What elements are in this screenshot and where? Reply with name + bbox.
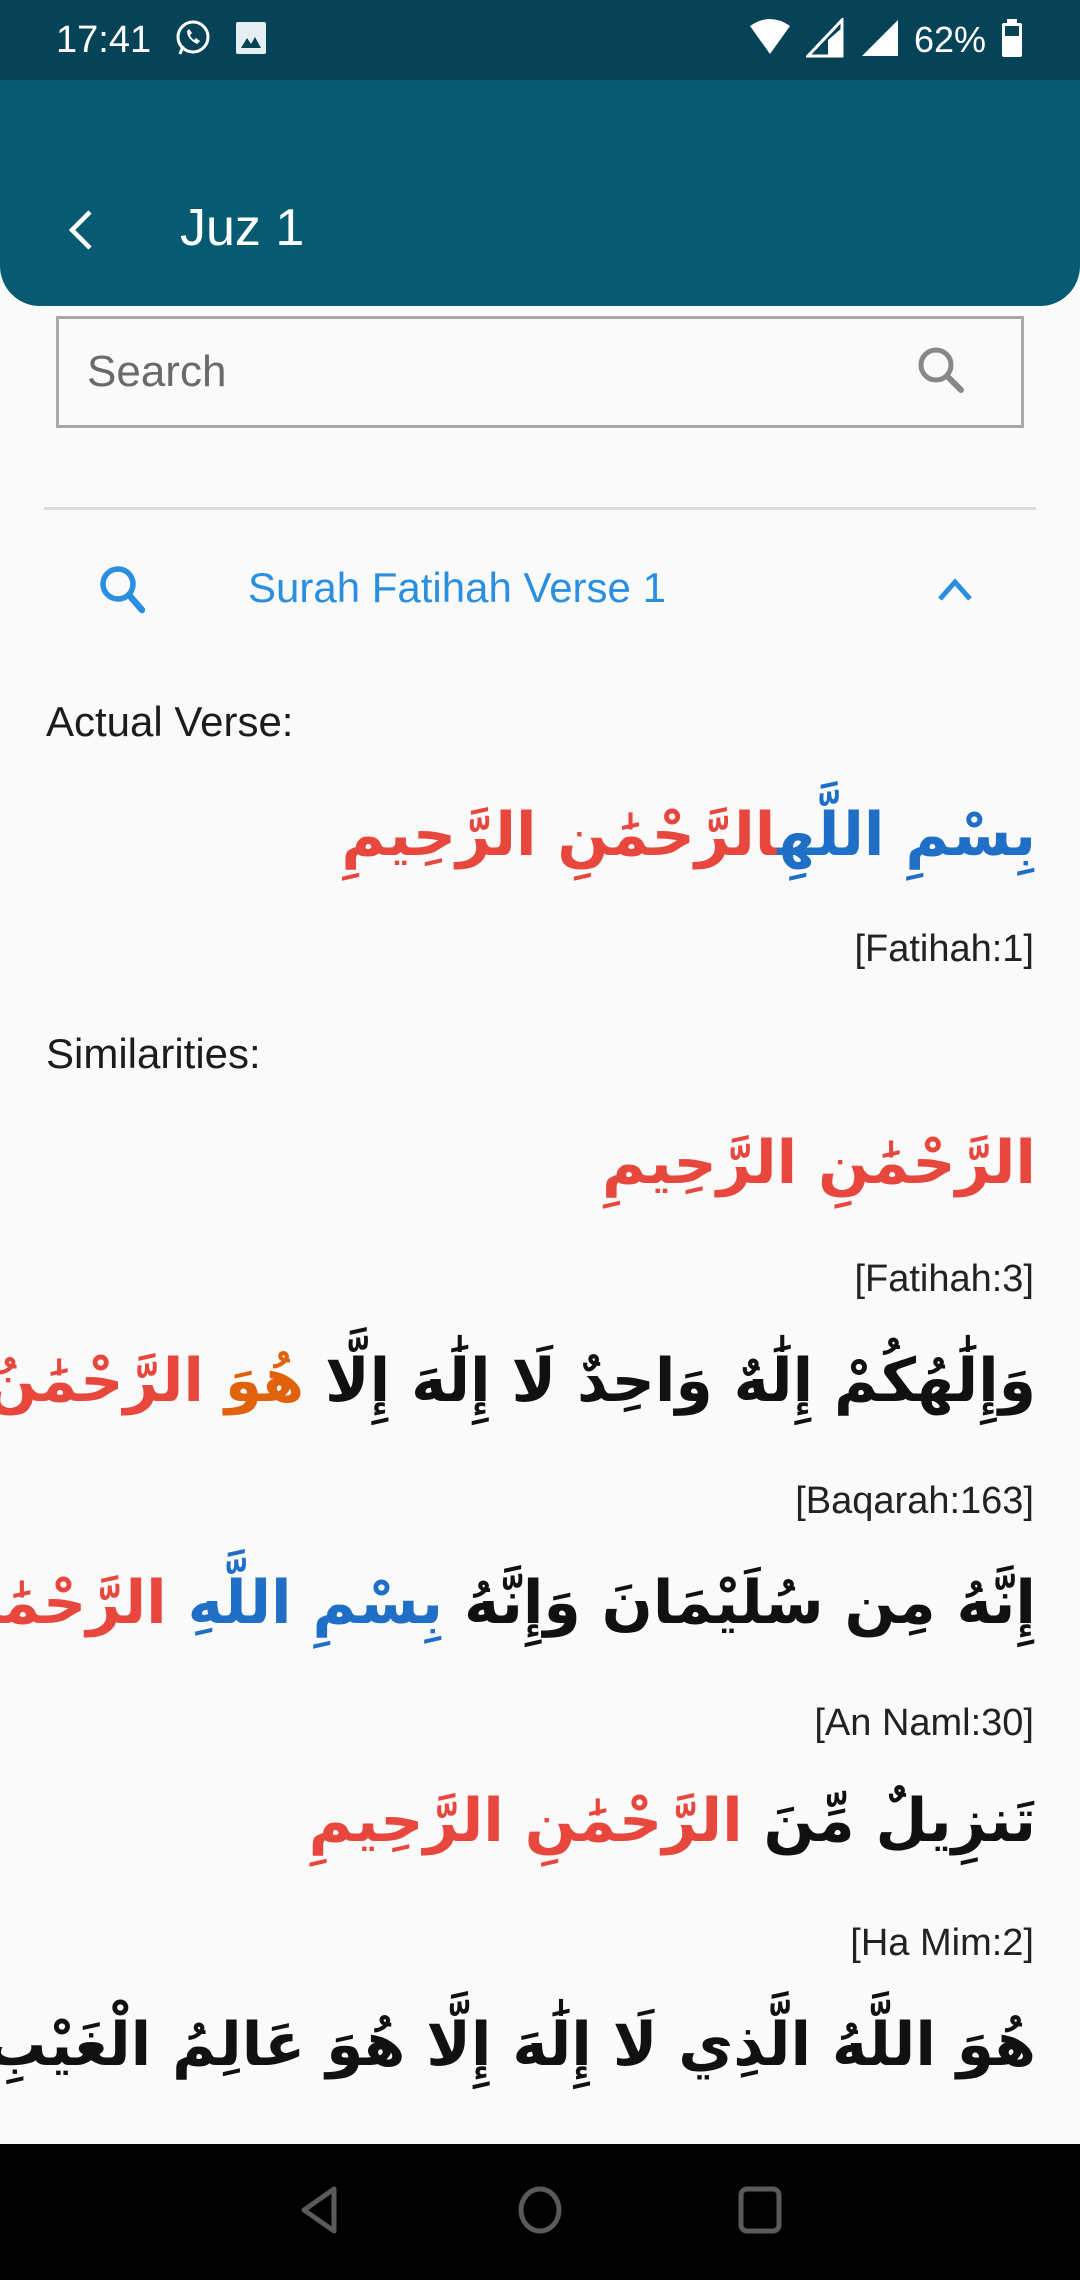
- verse-segment-red: الرَّحْمَٰنِ الرَّحِيمِ: [308, 1786, 743, 1856]
- similar-verse-text: هُوَ اللَّهُ الَّذِي لَا إِلَٰهَ إِلَّا …: [0, 2010, 1036, 2080]
- app-bar: Juz 1: [0, 80, 1080, 306]
- chevron-left-icon: [66, 208, 96, 257]
- verse-segment-red: الرَّحْمَٰنِ الرَّحِيمِ: [0, 1568, 167, 1638]
- whatsapp-icon: [173, 18, 213, 63]
- verse-expander-header[interactable]: Surah Fatihah Verse 1: [0, 540, 1080, 640]
- battery-icon: [1000, 18, 1024, 63]
- verse-segment-black: تَنزِيلٌ مِّنَ: [742, 1786, 1036, 1856]
- verse-segment-blue: بِسْمِ اللَّهِ: [777, 800, 1036, 870]
- back-button[interactable]: [56, 202, 106, 262]
- nav-recents-button[interactable]: [730, 2182, 790, 2242]
- signal-icon: [860, 18, 900, 63]
- nav-back-button[interactable]: [290, 2182, 350, 2242]
- verse-segment-black: وَإِلَٰهُكُمْ إِلَٰهٌ وَاحِدٌ لَا إِلَٰه…: [304, 1346, 1036, 1416]
- verse-segment-red: الرَّحْمَٰنِ الرَّحِيمِ: [602, 1128, 1036, 1198]
- verse-reference: [Fatihah:1]: [854, 928, 1034, 970]
- battery-percent: 62%: [913, 19, 986, 60]
- system-nav-bar: [0, 2144, 1080, 2280]
- back-triangle-icon: [298, 2185, 342, 2240]
- nav-home-button[interactable]: [510, 2182, 570, 2242]
- similar-verse-text: الرَّحْمَٰنِ الرَّحِيمِ: [602, 1128, 1036, 1198]
- chevron-up-icon[interactable]: [930, 566, 980, 616]
- actual-verse-label: Actual Verse:: [46, 698, 294, 745]
- similarities-label: Similarities:: [46, 1030, 261, 1077]
- verse-reference: [Ha Mim:2]: [850, 1922, 1034, 1964]
- search-icon: [914, 343, 968, 402]
- divider: [44, 507, 1036, 510]
- verse-segment-black: هُوَ اللَّهُ الَّذِي لَا إِلَٰهَ إِلَّا …: [0, 2010, 1036, 2080]
- search-icon: [94, 560, 154, 620]
- similar-verse-text: تَنزِيلٌ مِّنَ الرَّحْمَٰنِ الرَّحِيمِ: [309, 1786, 1036, 1856]
- verse-reference: [An Naml:30]: [814, 1702, 1034, 1744]
- verse-reference: [Baqarah:163]: [795, 1480, 1034, 1522]
- search-input[interactable]: [87, 347, 911, 397]
- verse-segment-orange: هُوَ: [203, 1346, 305, 1416]
- status-bar: 17:41 62%: [0, 0, 1080, 80]
- expander-title: Surah Fatihah Verse 1: [248, 564, 666, 611]
- verse-segment-red: الرَّحْمَٰنِ الرَّحِيمِ: [341, 800, 778, 870]
- wifi-icon: [748, 18, 792, 63]
- page-title: Juz 1: [180, 199, 305, 257]
- search-button[interactable]: [911, 342, 971, 402]
- search-box: [56, 316, 1024, 428]
- similar-verse-text: وَإِلَٰهُكُمْ إِلَٰهٌ وَاحِدٌ لَا إِلَٰه…: [0, 1346, 1036, 1416]
- actual-verse-text: بِسْمِ اللَّهِالرَّحْمَٰنِ الرَّحِيمِ: [341, 800, 1036, 870]
- verse-segment-blue: بِسْمِ اللَّهِ: [166, 1568, 444, 1638]
- verse-segment-red: الرَّحْمَٰنُ الرَّحِيمُ: [0, 1346, 204, 1416]
- home-circle-icon: [515, 2185, 565, 2240]
- verse-reference: [Fatihah:3]: [854, 1258, 1034, 1300]
- verse-segment-black: إِنَّهُ مِن سُلَيْمَانَ وَإِنَّهُ: [443, 1568, 1036, 1638]
- image-icon: [235, 20, 267, 61]
- status-time: 17:41: [56, 18, 152, 61]
- signal-icon: [804, 15, 846, 63]
- similar-verse-text: إِنَّهُ مِن سُلَيْمَانَ وَإِنَّهُ بِسْمِ…: [0, 1568, 1036, 1638]
- recents-square-icon: [737, 2185, 783, 2240]
